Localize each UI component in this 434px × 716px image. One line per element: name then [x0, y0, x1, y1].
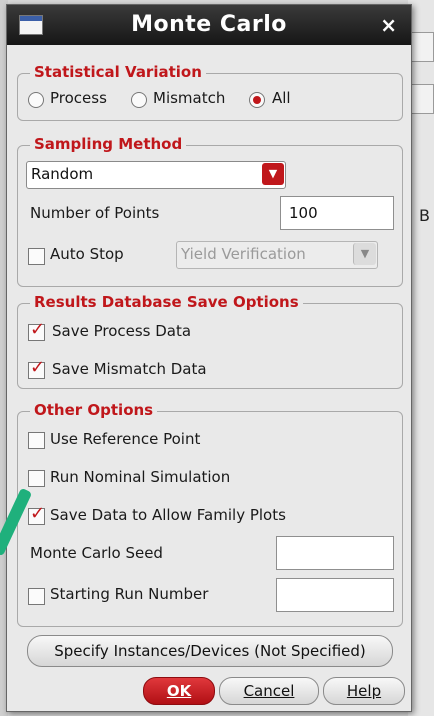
monte-carlo-seed-input[interactable]	[276, 536, 394, 570]
auto-stop-checkbox[interactable]	[28, 248, 45, 265]
cancel-button[interactable]: Cancel	[219, 677, 319, 705]
radio-mismatch-label[interactable]: Mismatch	[153, 89, 225, 107]
monte-carlo-seed-label: Monte Carlo Seed	[30, 544, 163, 562]
run-nominal-simulation-label[interactable]: Run Nominal Simulation	[50, 468, 230, 486]
cancel-button-label: Cancel	[243, 682, 295, 700]
help-button[interactable]: Help	[323, 677, 405, 705]
statistical-variation-group: Statistical Variation Process Mismatch A…	[17, 63, 403, 121]
use-reference-point-label[interactable]: Use Reference Point	[50, 430, 200, 448]
statistical-variation-title: Statistical Variation	[30, 63, 206, 81]
radio-all[interactable]	[249, 92, 265, 108]
specify-instances-button[interactable]: Specify Instances/Devices (Not Specified…	[27, 635, 393, 667]
number-of-points-value: 100	[289, 204, 318, 222]
monte-carlo-dialog: Monte Carlo × Statistical Variation Proc…	[6, 4, 412, 712]
number-of-points-input[interactable]: 100	[280, 196, 394, 230]
results-database-group: Results Database Save Options ✓ Save Pro…	[17, 293, 403, 389]
results-database-title: Results Database Save Options	[30, 293, 303, 311]
background-text: B	[419, 206, 430, 225]
chevron-down-icon: ▼	[353, 243, 376, 265]
radio-process-label[interactable]: Process	[50, 89, 107, 107]
auto-stop-method-select: Yield Verification ▼	[176, 241, 378, 269]
title-bar[interactable]: Monte Carlo ×	[7, 5, 411, 45]
number-of-points-label: Number of Points	[30, 204, 160, 222]
checkmark-icon: ✓	[30, 357, 46, 378]
checkmark-icon: ✓	[30, 319, 46, 340]
save-mismatch-data-label[interactable]: Save Mismatch Data	[52, 360, 207, 378]
ok-button[interactable]: OK	[143, 677, 215, 705]
help-button-label: Help	[346, 682, 382, 700]
ok-button-label: OK	[166, 682, 192, 700]
starting-run-number-input[interactable]	[276, 578, 394, 612]
window-title: Monte Carlo	[131, 12, 287, 37]
radio-mismatch[interactable]	[131, 92, 147, 108]
other-options-title: Other Options	[30, 401, 158, 419]
radio-process[interactable]	[28, 92, 44, 108]
save-family-plots-checkbox[interactable]: ✓	[28, 504, 45, 525]
sampling-method-title: Sampling Method	[30, 135, 187, 153]
sampling-method-value: Random	[31, 165, 94, 183]
sampling-method-group: Sampling Method Random ▼ Number of Point…	[17, 135, 403, 287]
chevron-down-icon[interactable]: ▼	[262, 163, 284, 185]
save-family-plots-label[interactable]: Save Data to Allow Family Plots	[50, 506, 286, 524]
sampling-method-select[interactable]: Random ▼	[26, 161, 286, 189]
auto-stop-method-value: Yield Verification	[181, 245, 306, 263]
starting-run-number-checkbox[interactable]	[28, 588, 45, 605]
close-icon[interactable]: ×	[380, 13, 397, 37]
save-mismatch-data-checkbox[interactable]: ✓	[28, 358, 45, 379]
other-options-group: Other Options Use Reference Point Run No…	[17, 401, 403, 627]
run-nominal-simulation-checkbox[interactable]	[28, 470, 45, 487]
radio-all-label[interactable]: All	[272, 89, 291, 107]
save-process-data-label[interactable]: Save Process Data	[52, 322, 191, 340]
use-reference-point-checkbox[interactable]	[28, 432, 45, 449]
save-process-data-checkbox[interactable]: ✓	[28, 320, 45, 341]
starting-run-number-label[interactable]: Starting Run Number	[50, 585, 208, 603]
auto-stop-label[interactable]: Auto Stop	[50, 245, 124, 263]
checkmark-icon: ✓	[30, 503, 46, 524]
